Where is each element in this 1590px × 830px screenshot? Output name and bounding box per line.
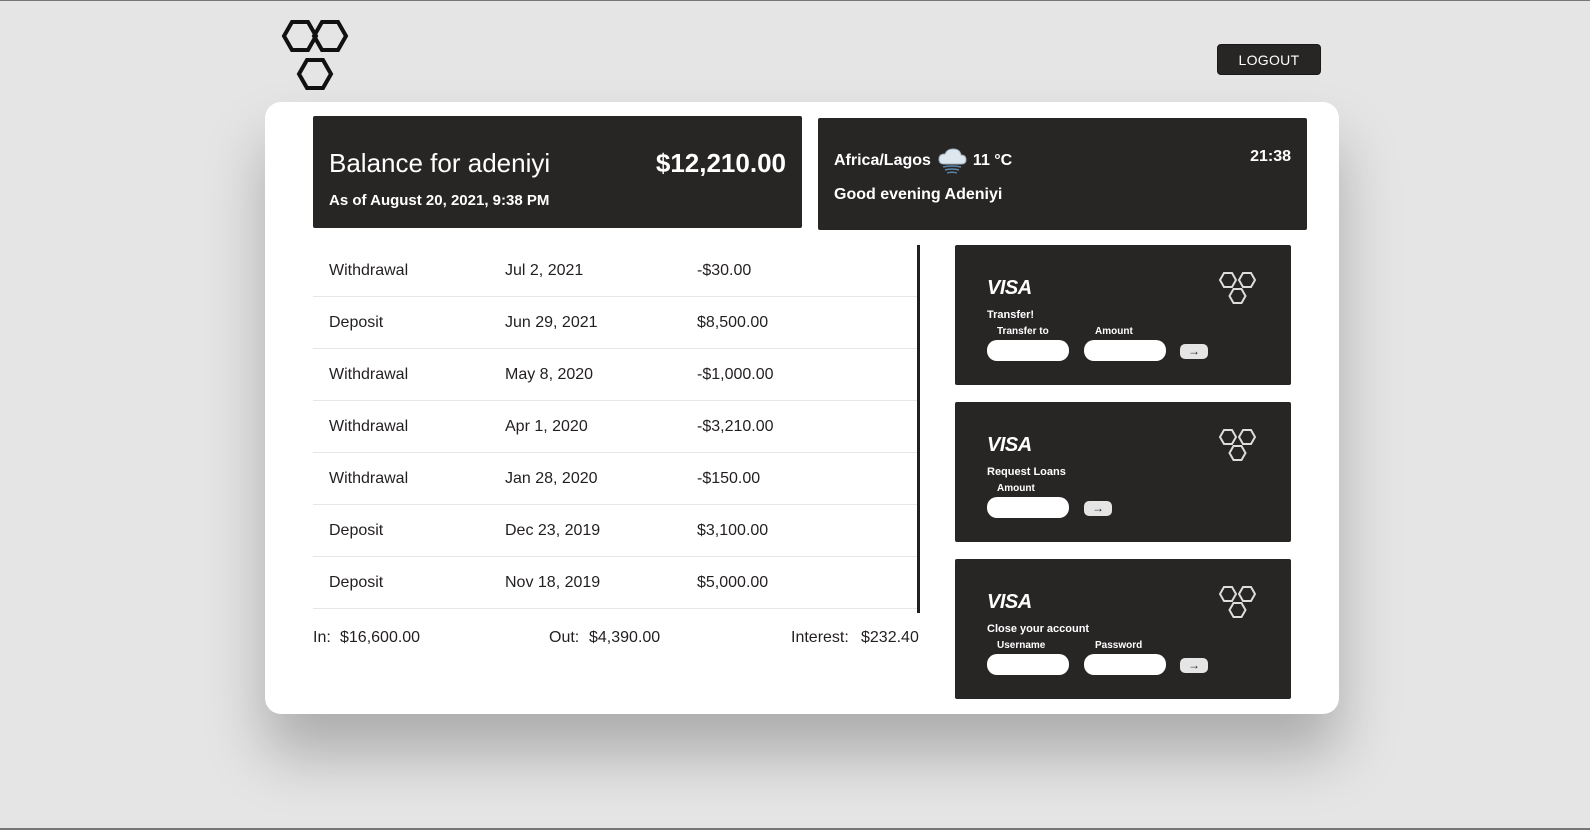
visa-logo: VISA — [987, 277, 1032, 299]
close-password-label: Password — [1095, 640, 1143, 651]
greeting: Good evening Adeniyi — [834, 186, 1003, 203]
movement-row: Withdrawal May 8, 2020 -$1,000.00 — [313, 349, 917, 401]
movement-value: $8,500.00 — [697, 313, 769, 331]
hexagon-icon — [1218, 272, 1257, 304]
hexagon-icon — [1218, 429, 1257, 461]
summary-out-value: $4,390.00 — [589, 629, 661, 646]
movement-type: Deposit — [329, 521, 384, 539]
close-username-label: Username — [997, 640, 1046, 651]
top-border — [0, 0, 1590, 1]
movement-type: Withdrawal — [329, 365, 409, 383]
cloud-snow-icon — [938, 148, 967, 174]
movement-date: Nov 18, 2019 — [505, 573, 601, 591]
summary-interest-label: Interest: — [791, 629, 849, 646]
movement-row: Deposit Nov 18, 2019 $5,000.00 — [313, 557, 917, 609]
transfer-title: Transfer! — [987, 309, 1035, 321]
close-title: Close your account — [987, 623, 1090, 635]
movement-value: $5,000.00 — [697, 573, 769, 591]
movement-value: $3,100.00 — [697, 521, 769, 539]
movement-type: Withdrawal — [329, 417, 409, 435]
loan-amount-input[interactable] — [987, 497, 1069, 518]
close-submit-button[interactable]: → — [1180, 658, 1208, 673]
logout-button[interactable]: LOGOUT — [1217, 44, 1321, 75]
movement-row: Withdrawal Jan 28, 2020 -$150.00 — [313, 453, 917, 505]
movement-date: Jul 2, 2021 — [505, 261, 584, 279]
summary-in-value: $16,600.00 — [340, 629, 421, 646]
close-password-input[interactable] — [1084, 654, 1166, 675]
movement-date: Dec 23, 2019 — [505, 521, 601, 539]
movement-date: May 8, 2020 — [505, 365, 594, 383]
movement-value: -$1,000.00 — [697, 365, 774, 383]
loan-submit-button[interactable]: → — [1084, 501, 1112, 516]
movement-row: Withdrawal Apr 1, 2020 -$3,210.00 — [313, 401, 917, 453]
movement-type: Withdrawal — [329, 469, 409, 487]
movement-row: Deposit Dec 23, 2019 $3,100.00 — [313, 505, 917, 557]
transfer-amount-label: Amount — [1095, 326, 1133, 337]
weather-panel: Africa/Lagos 11 °C 21:38 Good evening Ad… — [818, 118, 1307, 230]
balance-panel: Balance for adeniyi As of August 20, 202… — [313, 116, 802, 228]
close-account-panel: VISA Close your account Username Passwor… — [955, 559, 1291, 699]
weather-location: Africa/Lagos — [834, 152, 931, 169]
summary-out-label: Out: — [549, 629, 580, 646]
account-card: Balance for adeniyi As of August 20, 202… — [265, 102, 1339, 714]
weather-temperature: 11 °C — [972, 152, 1013, 169]
movement-date: Jan 28, 2020 — [505, 469, 598, 487]
hexagon-icon — [1218, 586, 1257, 618]
loan-amount-label: Amount — [997, 483, 1035, 494]
hexagon-logo-icon — [281, 20, 349, 90]
movement-row: Deposit Jun 29, 2021 $8,500.00 — [313, 297, 917, 349]
transfer-to-input[interactable] — [987, 340, 1069, 361]
movements-list: Withdrawal Jul 2, 2021 -$30.00 Deposit J… — [313, 245, 920, 613]
transfer-panel: VISA Transfer! Transfer to Amount → — [955, 245, 1291, 385]
transfer-submit-button[interactable]: → — [1180, 344, 1208, 359]
movement-value: -$3,210.00 — [697, 417, 774, 435]
loan-title: Request Loans — [987, 466, 1066, 478]
balance-date: As of August 20, 2021, 9:38 PM — [329, 192, 550, 209]
summary-in-label: In: — [313, 629, 331, 646]
visa-logo: VISA — [987, 591, 1032, 613]
movement-row: Withdrawal Jul 2, 2021 -$30.00 — [313, 245, 917, 297]
movement-date: Apr 1, 2020 — [505, 417, 588, 435]
movement-value: -$30.00 — [697, 261, 752, 279]
close-username-input[interactable] — [987, 654, 1069, 675]
movement-value: -$150.00 — [697, 469, 761, 487]
transfer-to-label: Transfer to — [997, 326, 1049, 337]
movement-type: Withdrawal — [329, 261, 409, 279]
movement-type: Deposit — [329, 313, 384, 331]
summary-bar: In: $16,600.00 Out: $4,390.00 Interest: … — [313, 629, 923, 651]
movement-date: Jun 29, 2021 — [505, 313, 598, 331]
visa-logo: VISA — [987, 434, 1032, 456]
summary-interest-value: $232.40 — [861, 629, 919, 646]
balance-title: Balance for adeniyi — [329, 148, 551, 178]
weather-time: 21:38 — [1250, 148, 1291, 165]
bank-app: LOGOUT Balance for adeniyi As of August … — [0, 0, 1590, 830]
loan-panel: VISA Request Loans Amount → — [955, 402, 1291, 542]
movement-type: Deposit — [329, 573, 384, 591]
weather-location-row: Africa/Lagos 11 °C — [834, 148, 1012, 174]
transfer-amount-input[interactable] — [1084, 340, 1166, 361]
balance-amount: $12,210.00 — [655, 148, 786, 178]
